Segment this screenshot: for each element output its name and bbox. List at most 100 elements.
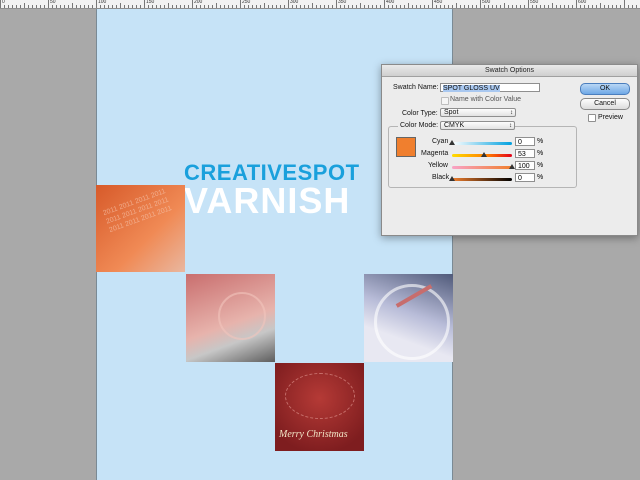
cyan-slider[interactable] — [449, 140, 512, 145]
ruler-tick — [264, 3, 265, 8]
black-slider[interactable] — [449, 176, 512, 181]
yellow-slider[interactable] — [452, 164, 515, 169]
ruler-tick — [188, 5, 189, 8]
ruler-tick — [508, 5, 509, 8]
ruler-tick — [376, 5, 377, 8]
magenta-input[interactable]: 53 — [515, 149, 535, 158]
ruler-tick — [136, 5, 137, 8]
photo-orange-varnish[interactable]: 2011 2011 2011 2011 2011 2011 2011 2011 … — [96, 185, 185, 272]
ruler-tick — [84, 5, 85, 8]
embossed-logo — [218, 292, 266, 340]
ruler-tick — [332, 5, 333, 8]
ruler-tick — [284, 5, 285, 8]
yellow-label: Yellow — [428, 162, 448, 169]
ruler-tick — [144, 0, 145, 8]
ruler-tick — [44, 5, 45, 8]
swatch-name-input[interactable]: SPOT GLOSS UV — [440, 83, 540, 92]
ruler-tick — [452, 5, 453, 8]
color-mode-select[interactable]: CMYK ↕ — [440, 121, 515, 130]
ruler-tick — [360, 3, 361, 8]
preview-label: Preview — [598, 114, 623, 121]
ruler-tick — [492, 5, 493, 8]
dialog-title[interactable]: Swatch Options — [382, 65, 637, 77]
ruler-tick — [312, 3, 313, 8]
ruler-tick — [204, 5, 205, 8]
name-with-color-value-label: Name with Color Value — [450, 96, 522, 103]
ruler-tick — [604, 5, 605, 8]
ruler-tick — [92, 5, 93, 8]
magenta-label: Magenta — [421, 150, 449, 157]
ruler-tick — [324, 5, 325, 8]
ruler-tick — [232, 5, 233, 8]
ruler-tick — [36, 5, 37, 8]
photo-lilac-emboss[interactable] — [364, 274, 453, 362]
ruler-tick — [156, 5, 157, 8]
cyan-input[interactable]: 0 — [515, 137, 535, 146]
ruler-tick — [632, 5, 633, 8]
yellow-input[interactable]: 100 — [515, 161, 535, 170]
ruler-label: 50 — [50, 0, 56, 5]
cyan-percent: % — [537, 138, 544, 145]
ruler-tick — [584, 5, 585, 8]
preview-checkbox[interactable] — [588, 114, 596, 122]
ruler-tick — [32, 5, 33, 8]
ruler-tick — [88, 5, 89, 8]
ruler-tick — [68, 5, 69, 8]
ruler-tick — [60, 5, 61, 8]
horizontal-ruler[interactable]: 0 50 100 150 200 250 300 350 400 450 500 550 600 — [0, 0, 640, 9]
cancel-button[interactable]: Cancel — [580, 98, 630, 110]
ruler-tick — [316, 5, 317, 8]
ruler-tick — [532, 5, 533, 8]
ruler-tick — [180, 5, 181, 8]
ruler-tick — [596, 5, 597, 8]
ruler-tick — [208, 5, 209, 8]
ruler-label: 550 — [530, 0, 539, 5]
ruler-tick — [240, 0, 241, 8]
ruler-tick — [628, 5, 629, 8]
photo-1-pattern-text: 2011 2011 2011 2011 2011 2011 2011 2011 … — [102, 188, 173, 235]
ruler-tick — [148, 5, 149, 8]
ruler-tick — [396, 5, 397, 8]
ruler-tick — [392, 5, 393, 8]
ruler-tick — [524, 5, 525, 8]
ruler-tick — [52, 5, 53, 8]
ruler-tick — [228, 5, 229, 8]
ruler-tick — [512, 5, 513, 8]
ruler-tick — [456, 3, 457, 8]
ruler-tick — [504, 3, 505, 8]
ruler-tick — [216, 3, 217, 8]
ruler-tick — [612, 5, 613, 8]
ok-button[interactable]: OK — [580, 83, 630, 95]
magenta-slider[interactable] — [452, 152, 512, 157]
ruler-tick — [268, 5, 269, 8]
cyan-slider-thumb[interactable] — [449, 140, 455, 145]
ruler-tick — [320, 5, 321, 8]
ruler-tick — [116, 5, 117, 8]
headline-varnish[interactable]: VARNISH — [184, 180, 350, 222]
ruler-label: 200 — [194, 0, 203, 5]
ruler-tick — [292, 5, 293, 8]
ruler-tick — [484, 5, 485, 8]
ruler-tick — [600, 3, 601, 8]
ruler-tick — [260, 5, 261, 8]
ruler-tick — [560, 5, 561, 8]
magenta-slider-thumb[interactable] — [481, 152, 487, 157]
color-type-value: Spot — [444, 109, 459, 116]
ruler-tick — [248, 5, 249, 8]
ruler-tick — [72, 3, 73, 8]
ruler-tick — [588, 5, 589, 8]
name-with-color-value-checkbox[interactable] — [441, 97, 449, 105]
photo-christmas-card[interactable]: Merry Christmas — [275, 363, 364, 451]
select-arrows-icon: ↕ — [509, 123, 512, 129]
ruler-tick — [592, 5, 593, 8]
ruler-tick — [564, 5, 565, 8]
black-slider-thumb[interactable] — [449, 176, 455, 181]
ruler-tick — [0, 0, 1, 8]
color-type-select[interactable]: Spot ↕ — [440, 108, 516, 117]
ruler-tick — [296, 5, 297, 8]
photo-pink-emboss[interactable] — [186, 274, 275, 362]
color-mode-value: CMYK — [444, 122, 465, 129]
ruler-label: 350 — [338, 0, 347, 5]
ruler-tick — [624, 0, 625, 8]
black-input[interactable]: 0 — [515, 173, 535, 182]
